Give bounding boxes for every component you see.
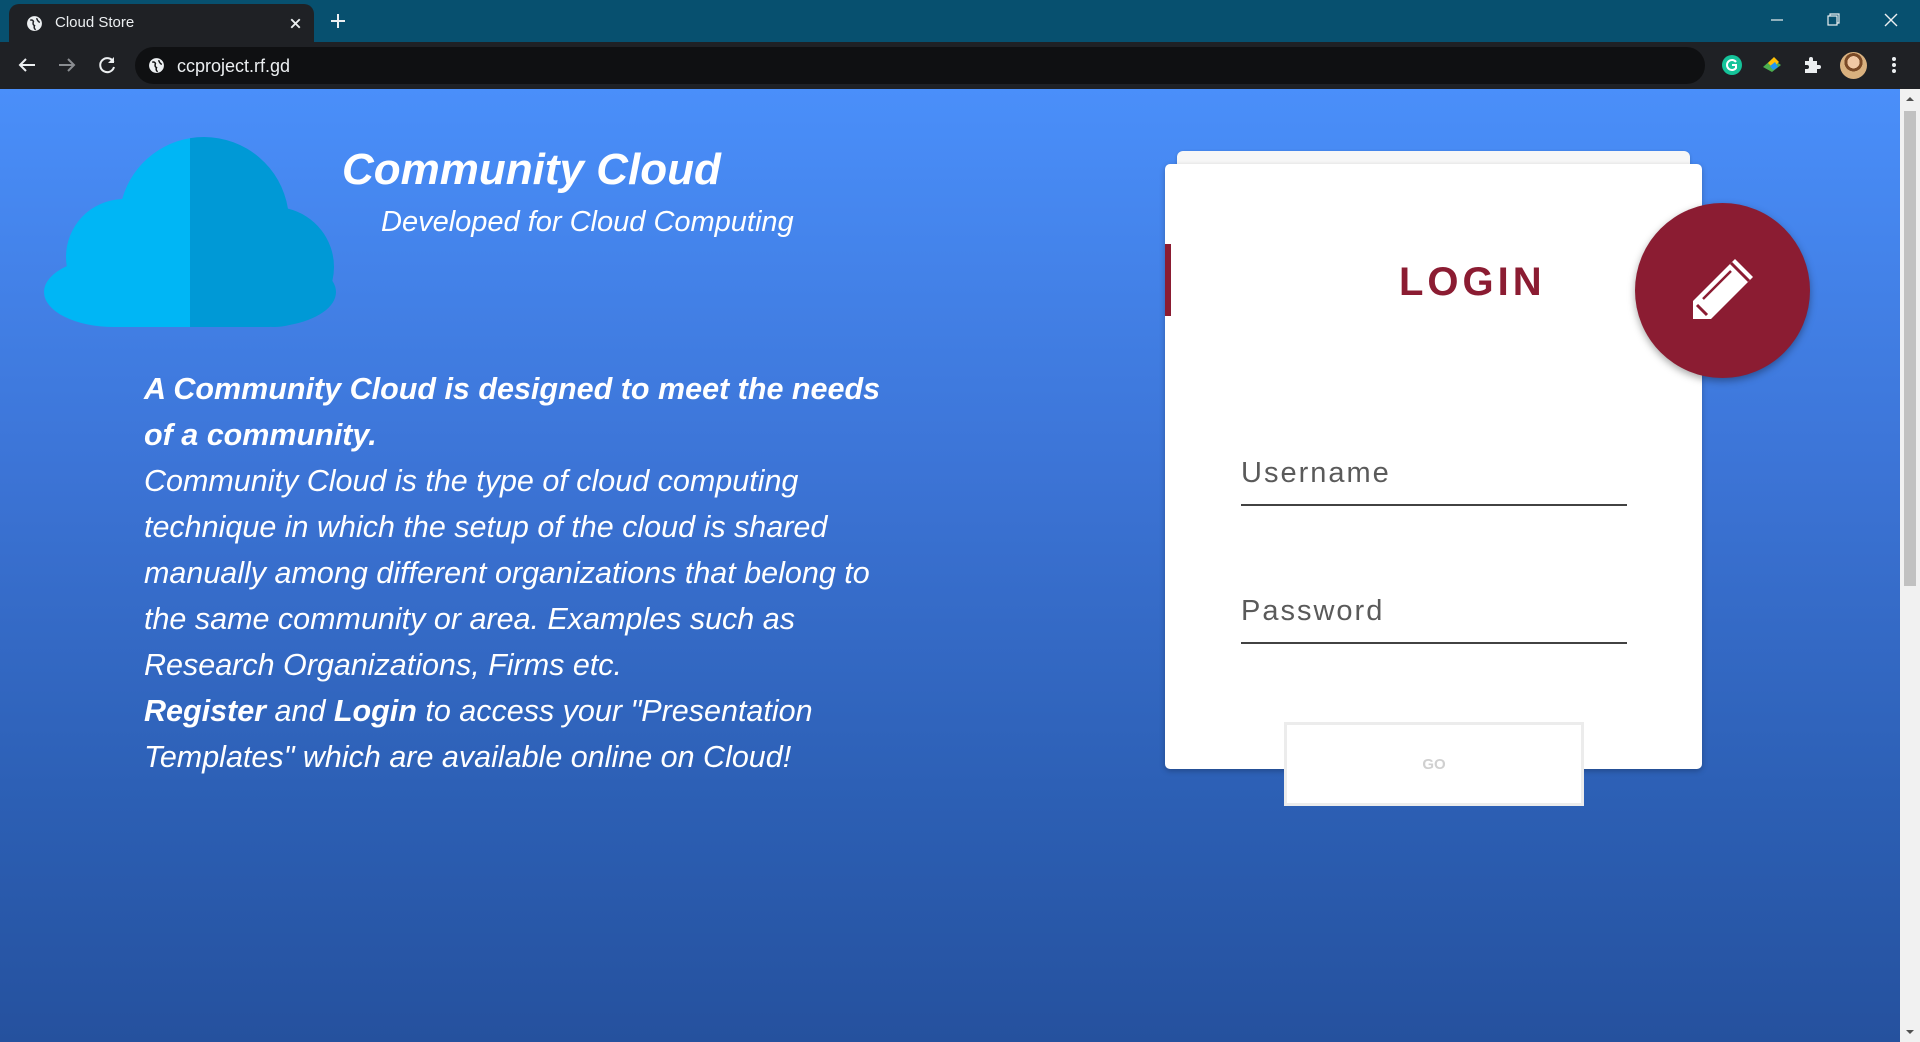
browser-tab[interactable]: Cloud Store — [9, 4, 314, 42]
back-icon[interactable] — [15, 53, 39, 77]
register-fab-button[interactable] — [1635, 203, 1810, 378]
login-title: LOGIN — [1399, 260, 1546, 304]
pencil-icon — [1693, 259, 1753, 319]
password-input[interactable] — [1241, 586, 1627, 644]
browser-tab-strip: Cloud Store — [0, 0, 1920, 42]
browser-toolbar: ccproject.rf.gd — [0, 42, 1920, 89]
register-word: Register — [144, 694, 267, 728]
grammarly-icon[interactable] — [1720, 53, 1744, 77]
page-scrollbar[interactable] — [1900, 89, 1920, 1042]
globe-icon — [27, 16, 42, 31]
intro-headline: A Community Cloud is designed to meet th… — [144, 372, 881, 452]
avatar[interactable] — [1840, 52, 1867, 79]
intro-body: Community Cloud is the type of cloud com… — [144, 464, 870, 682]
cloud-logo-icon — [44, 137, 336, 327]
plus-icon[interactable] — [326, 9, 350, 33]
puzzle-icon[interactable] — [1800, 53, 1824, 77]
card-accent-bar — [1165, 244, 1171, 316]
go-button[interactable]: GO — [1284, 722, 1584, 806]
scroll-thumb[interactable] — [1904, 111, 1916, 586]
username-input[interactable] — [1241, 448, 1627, 506]
window-close-icon[interactable] — [1876, 7, 1906, 33]
and-word: and — [266, 694, 334, 728]
address-bar[interactable]: ccproject.rf.gd — [135, 47, 1705, 84]
extension-icon[interactable] — [1760, 53, 1784, 77]
site-info-icon[interactable] — [148, 57, 165, 74]
minimize-icon[interactable] — [1762, 7, 1792, 33]
scroll-up-icon[interactable] — [1905, 94, 1915, 104]
page-viewport: Community Cloud Developed for Cloud Comp… — [0, 89, 1900, 1042]
site-subtitle: Developed for Cloud Computing — [381, 206, 794, 238]
url-text: ccproject.rf.gd — [177, 56, 291, 76]
close-icon[interactable] — [287, 15, 304, 32]
site-title: Community Cloud — [342, 145, 721, 194]
forward-icon[interactable] — [55, 53, 79, 77]
tab-title: Cloud Store — [55, 14, 135, 31]
reload-icon[interactable] — [95, 53, 119, 77]
scroll-down-icon[interactable] — [1905, 1027, 1915, 1037]
login-card: LOGIN GO — [1165, 164, 1702, 806]
restore-icon[interactable] — [1818, 7, 1848, 33]
more-icon[interactable] — [1882, 53, 1906, 77]
login-word: Login — [333, 694, 417, 728]
intro-text: A Community Cloud is designed to meet th… — [144, 366, 914, 780]
